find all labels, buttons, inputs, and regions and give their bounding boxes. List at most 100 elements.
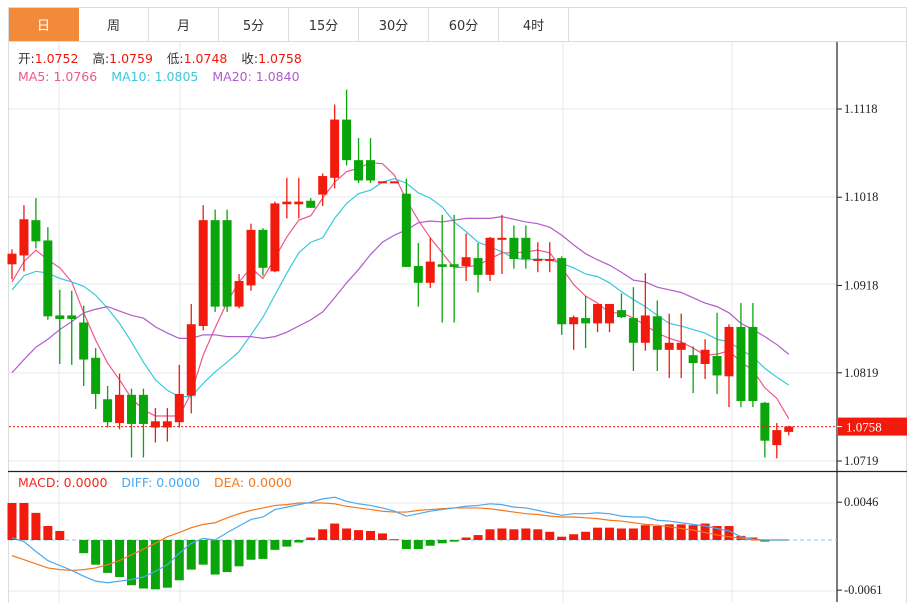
last-price-label: 1.0758 <box>846 420 882 435</box>
candle-body <box>330 119 340 178</box>
candle-body <box>174 393 184 423</box>
macd-bar <box>437 540 447 544</box>
ma10-line <box>11 178 790 398</box>
tab-4hour[interactable]: 4时 <box>499 8 569 41</box>
candle-body <box>282 201 292 205</box>
macd-bar <box>425 540 435 546</box>
macd-bar <box>640 525 650 540</box>
candle-body <box>413 266 423 283</box>
candle-body <box>222 220 232 307</box>
candle <box>210 209 220 312</box>
macd-bar <box>569 534 579 540</box>
candle <box>79 305 89 387</box>
candle <box>521 225 531 269</box>
candle-body <box>366 160 375 181</box>
candle-body <box>389 181 399 184</box>
candle <box>509 225 519 269</box>
macd-y-tick-label: 0.0046 <box>844 495 878 509</box>
candle-body <box>497 237 507 240</box>
candle-body <box>115 394 125 424</box>
candle-body <box>736 326 746 402</box>
candle-body <box>688 355 698 364</box>
tab-month[interactable]: 月 <box>149 8 219 41</box>
diff-value: DIFF: 0.0000 <box>121 475 201 490</box>
candle-body <box>127 394 136 424</box>
macd-bar <box>91 540 101 565</box>
candle <box>748 303 758 408</box>
candle-body <box>55 315 65 319</box>
macd-bar <box>55 530 65 540</box>
close-label: 收: <box>241 51 259 66</box>
macd-bar <box>473 535 483 540</box>
ma5-value: MA5: 1.0766 <box>18 69 98 84</box>
candle <box>19 205 29 272</box>
macd-bar <box>593 527 603 540</box>
candle-body <box>43 240 53 317</box>
candle-body <box>557 258 567 325</box>
candle-body <box>760 402 770 441</box>
macd-y-tick-label: -0.0061 <box>844 583 883 597</box>
candle-body <box>401 193 411 267</box>
candle-body <box>473 258 483 275</box>
candle-body <box>270 203 280 272</box>
macd-bar <box>521 528 531 540</box>
macd-bar <box>31 512 41 540</box>
macd-bar <box>676 524 686 540</box>
candle-body <box>318 176 328 195</box>
candle <box>246 223 256 291</box>
macd-bar <box>354 530 364 540</box>
macd-bar <box>258 540 268 559</box>
ma20-value: MA20: 1.0840 <box>212 69 300 84</box>
candle-body <box>306 200 316 208</box>
macd-bar <box>222 540 232 573</box>
candle-body <box>509 237 519 259</box>
macd-bar <box>557 536 567 540</box>
candle-body <box>652 316 662 350</box>
candle <box>760 401 770 458</box>
candle-body <box>461 257 471 267</box>
tab-60min[interactable]: 60分 <box>429 8 499 41</box>
low-label: 低: <box>166 51 184 66</box>
candle-body <box>605 303 614 324</box>
candle <box>413 243 423 307</box>
candle <box>473 243 483 293</box>
candle-body <box>258 229 268 268</box>
high-value: 1.0759 <box>109 51 153 66</box>
candle-body <box>449 264 459 267</box>
candle <box>736 303 746 408</box>
macd-bar <box>377 533 387 540</box>
macd-bar <box>688 525 698 540</box>
candle <box>7 249 17 280</box>
candle-body <box>186 324 196 396</box>
macd-bar <box>246 540 256 560</box>
candle <box>676 313 686 379</box>
candle <box>605 303 614 333</box>
macd-bar <box>652 526 662 540</box>
tab-30min[interactable]: 30分 <box>359 8 429 41</box>
tab-5min[interactable]: 5分 <box>219 8 289 41</box>
tab-15min[interactable]: 15分 <box>289 8 359 41</box>
candle-body <box>138 394 148 424</box>
candle <box>270 201 280 273</box>
period-tabs: 日 周 月 5分 15分 30分 60分 4时 <box>8 7 907 42</box>
candle-body <box>593 303 603 324</box>
kline-chart[interactable]: 1.1118 1.1018 1.0918 1.0819 1.0719 0.0046 -0.0… <box>0 0 915 602</box>
candle <box>258 228 268 276</box>
candle <box>31 198 41 249</box>
macd-bar <box>210 540 220 575</box>
candle-body <box>521 237 531 259</box>
tab-day[interactable]: 日 <box>9 8 79 41</box>
candle-body <box>198 220 208 327</box>
tab-week[interactable]: 周 <box>79 8 149 41</box>
y-tick-label: 1.0819 <box>844 366 878 380</box>
ma-row: MA5: 1.0766 MA10: 1.0805 MA20: 1.0840 <box>18 68 312 86</box>
macd-bar <box>306 537 316 540</box>
candle-body <box>67 315 77 319</box>
macd-bar <box>485 529 495 540</box>
macd-bar <box>533 529 543 540</box>
dea-value: DEA: 0.0000 <box>214 475 292 490</box>
macd-bar <box>7 502 17 540</box>
macd-bar <box>509 529 519 540</box>
macd-bar <box>581 531 591 540</box>
candle-body <box>437 264 447 267</box>
